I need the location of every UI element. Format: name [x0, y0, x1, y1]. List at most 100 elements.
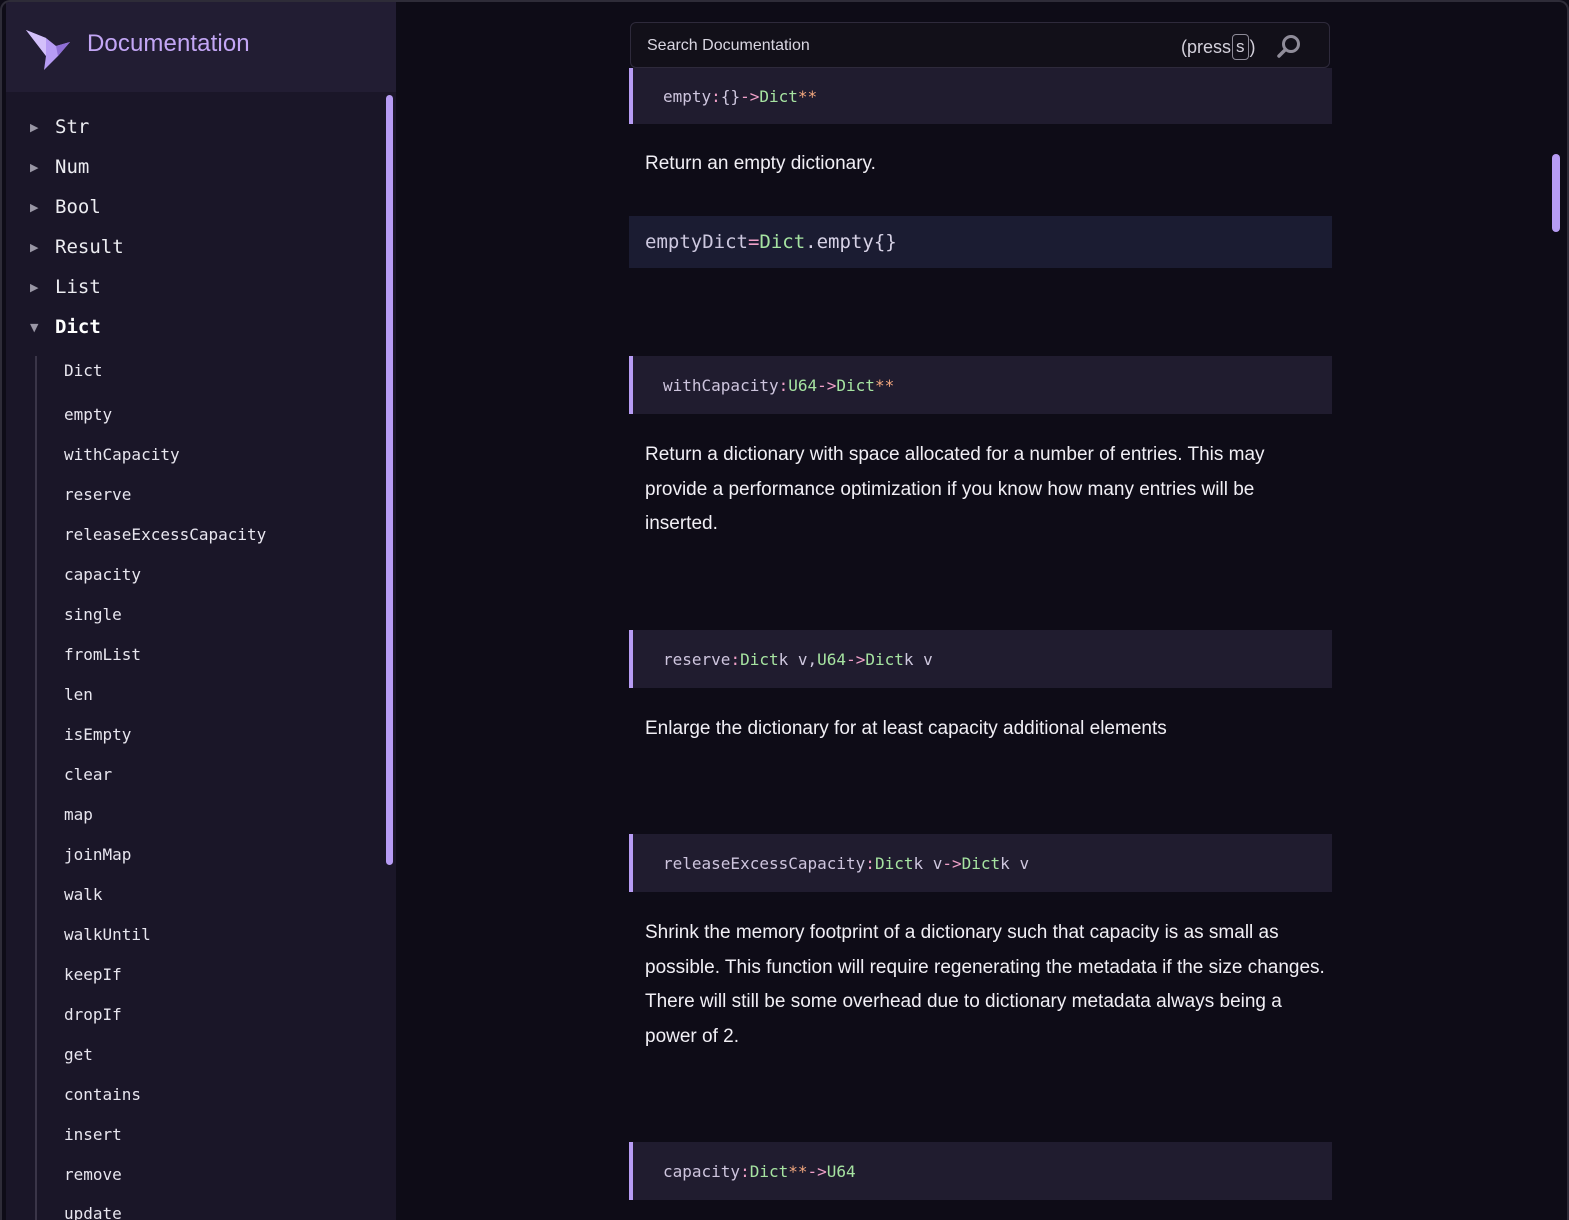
sidebar-item-remove[interactable]: remove — [64, 1163, 122, 1187]
type-wildcard: * — [788, 1161, 798, 1181]
sidebar-item-walkuntil[interactable]: walkUntil — [64, 923, 151, 947]
type-vars: k v — [903, 649, 933, 669]
sidebar-header: Documentation — [6, 2, 396, 92]
collapsed-triangle-icon: ▶ — [30, 120, 39, 134]
arg-type: Dict — [740, 649, 779, 669]
collapsed-triangle-icon: ▶ — [30, 240, 39, 254]
colon: : — [778, 375, 789, 395]
arg-type: U64 — [817, 649, 847, 669]
signature-capacity: capacity : Dict * * -> U64 — [629, 1142, 1332, 1200]
sidebar-item-withcapacity[interactable]: withCapacity — [64, 443, 180, 467]
colon: : — [740, 1161, 750, 1181]
function-name[interactable]: releaseExcessCapacity — [663, 854, 865, 873]
arrow: -> — [817, 375, 837, 395]
sidebar-item-dropif[interactable]: dropIf — [64, 1003, 122, 1027]
sidebar-item-walk[interactable]: walk — [64, 883, 103, 907]
return-type: U64 — [826, 1161, 856, 1181]
sidebar-item-empty[interactable]: empty — [64, 403, 112, 427]
module-label: List — [55, 276, 101, 298]
return-type: Dict — [836, 375, 875, 395]
type-vars: k v — [913, 853, 943, 873]
sidebar-title[interactable]: Documentation — [87, 30, 250, 58]
type-vars: k v — [778, 649, 808, 669]
colon: : — [865, 853, 875, 873]
function-name[interactable]: withCapacity — [663, 376, 779, 395]
sidebar-module-bool[interactable]: ▶ Bool — [30, 192, 101, 222]
signature-empty: empty : {} -> Dict * * — [629, 68, 1332, 124]
sidebar-module-num[interactable]: ▶ Num — [30, 152, 89, 182]
sidebar-scrollbar[interactable] — [386, 95, 393, 865]
doc-releaseexcesscapacity: Shrink the memory footprint of a diction… — [645, 922, 1325, 1047]
doc-reserve: Enlarge the dictionary for at least capa… — [645, 718, 1167, 739]
sidebar-item-dict[interactable]: Dict — [64, 359, 103, 383]
sidebar-item-contains[interactable]: contains — [64, 1083, 141, 1107]
comma: , — [807, 649, 818, 669]
example-var: emptyDict — [645, 231, 748, 253]
example-fn: .empty — [805, 231, 874, 253]
type-wildcard: * — [807, 86, 818, 106]
hint-suffix: ) — [1249, 36, 1256, 57]
arg-type: {} — [720, 86, 741, 106]
sidebar-item-map[interactable]: map — [64, 803, 93, 827]
sidebar-item-clear[interactable]: clear — [64, 763, 112, 787]
return-type: Dict — [961, 853, 1001, 873]
app-window: Documentation ▶ Str ▶ Num ▶ Bool ▶ Resul… — [0, 0, 1569, 1220]
expanded-triangle-icon: ▼ — [30, 320, 39, 334]
signature-withcapacity: withCapacity : U64 -> Dict * * — [629, 356, 1332, 414]
type-wildcard: * — [884, 375, 895, 395]
function-name[interactable]: empty — [663, 87, 711, 106]
module-label: Bool — [55, 196, 101, 218]
doc-withcapacity: Return a dictionary with space allocated… — [645, 444, 1265, 534]
doc-empty: Return an empty dictionary. — [645, 153, 876, 174]
collapsed-triangle-icon: ▶ — [30, 160, 39, 174]
page-scrollbar[interactable] — [1552, 154, 1560, 232]
colon: : — [730, 649, 741, 669]
hint-prefix: (press — [1181, 36, 1232, 57]
sidebar-module-dict[interactable]: ▼ Dict — [30, 312, 101, 342]
code-example-empty: emptyDict = Dict .empty {} — [629, 216, 1332, 268]
example-eq: = — [747, 231, 760, 253]
sidebar-item-isempty[interactable]: isEmpty — [64, 723, 131, 747]
sidebar-item-len[interactable]: len — [64, 683, 93, 707]
search-icon[interactable] — [1275, 33, 1303, 61]
module-label: Result — [55, 236, 124, 258]
sidebar-module-result[interactable]: ▶ Result — [30, 232, 124, 262]
sidebar-item-single[interactable]: single — [64, 603, 122, 627]
return-type: Dict — [865, 649, 904, 669]
sidebar-item-reserve[interactable]: reserve — [64, 483, 131, 507]
arg-type: U64 — [788, 375, 818, 395]
function-name[interactable]: capacity — [663, 1162, 740, 1181]
sidebar-item-update[interactable]: update — [64, 1202, 122, 1220]
module-label: Dict — [55, 316, 101, 338]
sidebar-item-joinmap[interactable]: joinMap — [64, 843, 131, 867]
arg-type: Dict — [874, 853, 914, 873]
search-bar: (press s ) — [630, 22, 1330, 68]
signature-releaseexcesscapacity: releaseExcessCapacity : Dict k v -> Dict… — [629, 834, 1332, 892]
type-vars: k v — [1000, 853, 1030, 873]
module-label: Num — [55, 156, 90, 178]
colon: : — [711, 86, 721, 106]
sidebar-item-keepif[interactable]: keepIf — [64, 963, 122, 987]
sidebar-item-get[interactable]: get — [64, 1043, 93, 1067]
roc-bird-logo-icon[interactable] — [26, 26, 72, 72]
sidebar-module-str[interactable]: ▶ Str — [30, 112, 89, 142]
sidebar-module-list[interactable]: ▶ List — [30, 272, 101, 302]
search-shortcut-hint: (press s ) — [1181, 34, 1256, 60]
example-arg: {} — [873, 231, 897, 253]
collapsed-triangle-icon: ▶ — [30, 200, 39, 214]
type-wildcard: * — [874, 375, 885, 395]
function-name[interactable]: reserve — [663, 650, 730, 669]
type-wildcard: * — [797, 1161, 808, 1181]
example-module: Dict — [759, 231, 806, 253]
sidebar-item-insert[interactable]: insert — [64, 1123, 122, 1147]
sidebar-item-fromlist[interactable]: fromList — [64, 643, 141, 667]
arrow: -> — [740, 86, 760, 106]
collapsed-triangle-icon: ▶ — [30, 280, 39, 294]
sidebar-item-releaseexcesscapacity[interactable]: releaseExcessCapacity — [64, 523, 266, 547]
sidebar-item-capacity[interactable]: capacity — [64, 563, 141, 587]
search-input[interactable] — [645, 32, 1149, 60]
shortcut-key: s — [1232, 34, 1249, 60]
sidebar: Documentation ▶ Str ▶ Num ▶ Bool ▶ Resul… — [6, 2, 396, 1220]
return-type: Dict — [759, 86, 798, 106]
arrow: -> — [942, 853, 962, 873]
